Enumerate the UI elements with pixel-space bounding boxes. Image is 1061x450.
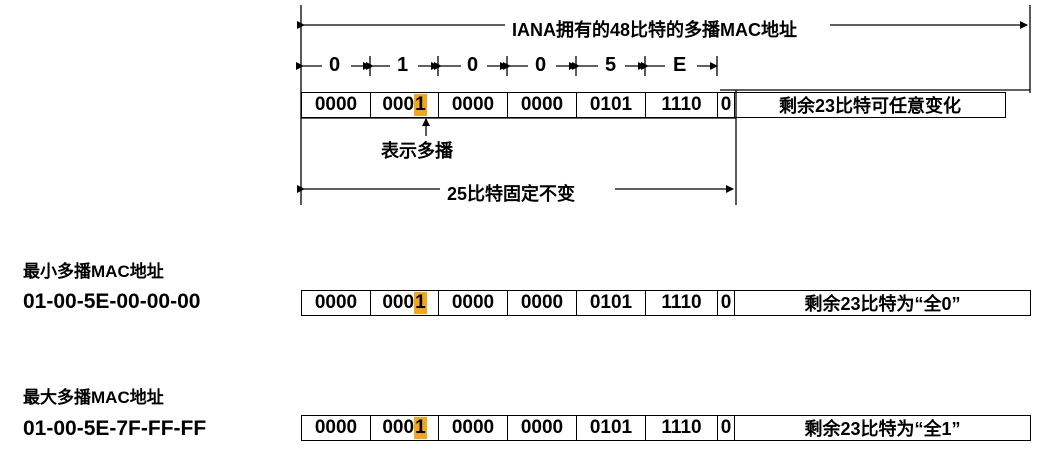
remainder-label: 剩余23比特为“全0”: [804, 294, 961, 314]
multicast-bit: 1: [414, 417, 427, 439]
nibble-cell: 0000: [302, 291, 371, 315]
binary-row-template: 0000 000 1 0000 0000 0101 1110 0 剩余23比特可任…: [301, 92, 1006, 118]
nibble-cell: 0101: [577, 93, 646, 117]
nibble-cell: 0000: [302, 416, 371, 440]
fixed-zero-bit: 0: [718, 93, 735, 117]
hex-digit-5: E: [670, 54, 690, 77]
remainder-label: 剩余23比特可任意变化: [778, 96, 962, 116]
min-binary-row: 0000 000 1 0000 0000 0101 1110 0 剩余23比特为“…: [301, 290, 1031, 316]
iana-48bit-title: IANA拥有的48比特的多播MAC地址: [508, 16, 802, 42]
nibble-cell: 0000: [302, 93, 371, 117]
nibble-cell: 1110: [646, 93, 718, 117]
multicast-bit: 1: [414, 94, 427, 116]
hex-digit-4: 5: [602, 54, 620, 77]
nibble-cell: 0000: [439, 291, 508, 315]
multicast-bit: 1: [414, 292, 427, 314]
nibble-cell: 0000: [439, 416, 508, 440]
hex-digit-2: 0: [464, 54, 482, 77]
nibble-cell: 0000: [439, 93, 508, 117]
min-multicast-address: 01-00-5E-00-00-00: [23, 290, 201, 313]
nibble-cell: 000 1: [371, 416, 439, 440]
multicast-note: 表示多播: [381, 141, 453, 161]
min-multicast-name: 最小多播MAC地址: [23, 262, 164, 281]
diagram-lines: [296, 5, 1031, 205]
fixed-25bit-label: 25比特固定不变: [443, 180, 580, 206]
nibble-cell: 000 1: [371, 291, 439, 315]
nibble-cell: 0000: [508, 93, 577, 117]
hex-digit-1: 1: [394, 54, 412, 77]
max-multicast-name: 最大多播MAC地址: [23, 388, 164, 407]
hex-digit-0: 0: [326, 54, 344, 77]
nibble-cell: 0000: [508, 291, 577, 315]
fixed-zero-bit: 0: [718, 416, 735, 440]
max-multicast-address: 01-00-5E-7F-FF-FF: [23, 417, 207, 440]
nibble-cell: 000 1: [371, 93, 439, 117]
remainder-label: 剩余23比特为“全1”: [804, 419, 961, 439]
nibble-cell: 0101: [577, 416, 646, 440]
hex-digit-3: 0: [532, 54, 550, 77]
max-binary-row: 0000 000 1 0000 0000 0101 1110 0 剩余23比特为“…: [301, 415, 1031, 441]
nibble-cell: 0000: [508, 416, 577, 440]
nibble-cell: 0101: [577, 291, 646, 315]
nibble-cell: 1110: [646, 416, 718, 440]
fixed-zero-bit: 0: [718, 291, 735, 315]
nibble-cell: 1110: [646, 291, 718, 315]
